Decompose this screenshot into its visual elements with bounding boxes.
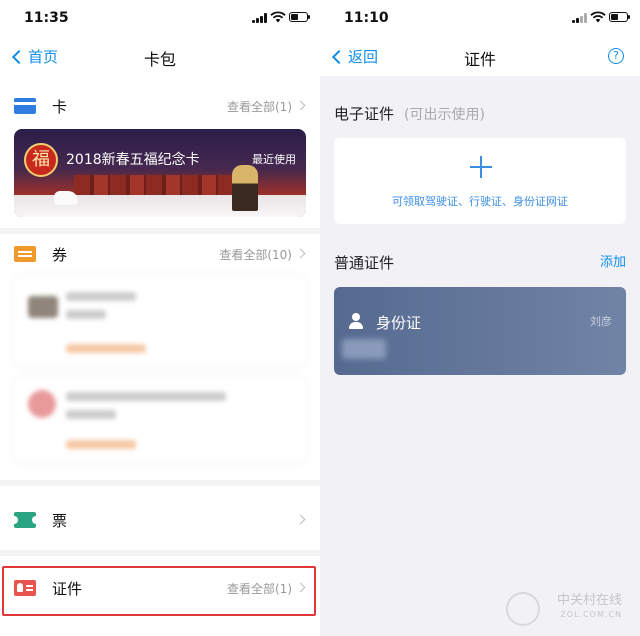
coupon-line <box>66 310 106 319</box>
highlight-box <box>2 566 316 616</box>
coupon-expiry <box>66 440 136 449</box>
divider <box>0 480 320 486</box>
fu-seal-icon: 福 <box>24 143 58 177</box>
id-card-owner: 刘彦 <box>590 315 612 328</box>
nav-bar: 返回 证件 ? <box>320 36 640 76</box>
fu-card[interactable]: 福 2018新春五福纪念卡 最近使用 <box>14 129 306 217</box>
dog-illustration <box>54 191 78 205</box>
section-tickets[interactable]: 票 <box>0 506 320 534</box>
chevron-right-icon <box>295 248 306 259</box>
page-title: 证件 <box>463 50 496 69</box>
status-bar: 11:35 <box>0 0 320 36</box>
electronic-id-hint: 可领取驾驶证、行驶证、身份证网证 <box>392 195 568 208</box>
electronic-ids-hint: (可出示使用) <box>404 107 485 123</box>
id-card-label: 身份证 <box>376 314 422 332</box>
add-electronic-id-card[interactable]: 可领取驾驶证、行驶证、身份证网证 <box>334 138 626 224</box>
plus-icon <box>470 156 492 178</box>
person-icon <box>348 313 364 329</box>
coupon-expiry <box>66 344 146 353</box>
coupon-line <box>66 410 116 419</box>
view-all-cards[interactable]: 查看全部(1) <box>227 98 292 115</box>
wifi-icon <box>590 11 606 23</box>
signal-icon <box>252 13 268 23</box>
section-tickets-label: 票 <box>52 512 68 530</box>
chevron-right-icon <box>295 514 306 525</box>
card-wallet-screen: 11:35 首页 卡包 卡 查看全部(1) 福 2018新春五福纪念卡 最近使用… <box>0 0 320 636</box>
certificates-screen: 11:10 返回 证件 ? 电子证件 (可出示使用) 可领取驾驶证、行驶证、身份证… <box>320 0 640 636</box>
id-number-blurred <box>342 339 386 359</box>
coupon-logo <box>28 296 58 318</box>
watermark: 中关村在线 ZOL.COM.CN <box>557 594 622 622</box>
coupon-icon <box>14 246 36 262</box>
battery-icon <box>289 12 310 22</box>
status-time: 11:35 <box>24 10 69 26</box>
electronic-ids-label: 电子证件 <box>334 105 395 123</box>
status-time: 11:10 <box>344 10 389 26</box>
watermark-text: 中关村在线 <box>556 593 622 608</box>
coupon-line <box>66 392 226 401</box>
watermark-logo <box>506 592 540 626</box>
nav-bar: 首页 卡包 <box>0 36 320 76</box>
regular-ids-heading: 普通证件 <box>334 254 395 272</box>
recent-used-badge: 最近使用 <box>252 153 296 166</box>
divider <box>0 228 320 234</box>
watermark-sub: ZOL.COM.CN <box>560 610 622 619</box>
divider <box>0 550 320 556</box>
coupon-line <box>66 292 136 301</box>
section-coupons[interactable]: 券 查看全部(10) <box>0 240 320 268</box>
electronic-ids-heading: 电子证件 (可出示使用) <box>334 103 485 124</box>
card-icon <box>14 98 36 114</box>
coupon-item[interactable] <box>14 276 306 366</box>
signal-icon <box>572 13 588 23</box>
section-cards[interactable]: 卡 查看全部(1) <box>0 92 320 120</box>
section-cards-label: 卡 <box>52 98 68 116</box>
chevron-right-icon <box>295 100 306 111</box>
help-icon[interactable]: ? <box>608 48 624 64</box>
ticket-icon <box>10 512 40 528</box>
status-bar: 11:10 <box>320 0 640 36</box>
view-all-coupons[interactable]: 查看全部(10) <box>219 246 292 263</box>
coupon-item[interactable] <box>14 376 306 462</box>
lion-dance-illustration <box>232 165 258 211</box>
wifi-icon <box>270 11 286 23</box>
battery-icon <box>609 12 630 22</box>
page-title: 卡包 <box>143 50 176 69</box>
id-card[interactable]: 身份证 刘彦 <box>334 287 626 375</box>
section-coupons-label: 券 <box>52 246 68 264</box>
coupon-logo <box>28 390 56 418</box>
fu-card-title: 2018新春五福纪念卡 <box>66 152 200 168</box>
add-button[interactable]: 添加 <box>600 251 626 270</box>
